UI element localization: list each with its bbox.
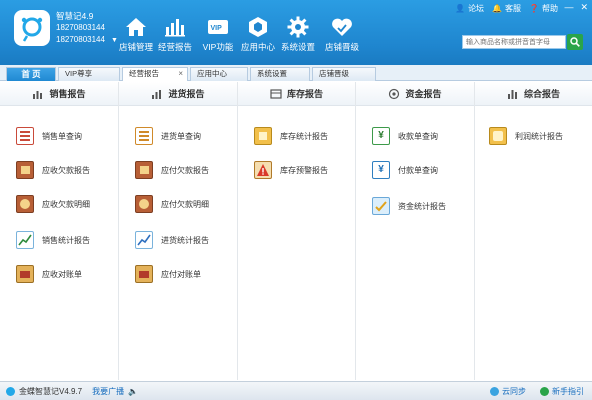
broadcast-link[interactable]: 我要广播	[92, 386, 124, 397]
report-link[interactable]: 应收对账单	[16, 264, 82, 284]
bell-icon: 🔔	[492, 4, 503, 13]
warning-icon	[254, 161, 272, 179]
tab-business-report[interactable]: 经营报告 ×	[122, 67, 188, 81]
nav-business-report[interactable]: 经营报告	[152, 16, 198, 56]
report-link[interactable]: 应付欠款报告	[135, 160, 209, 180]
app-header: 智慧记4.9 18270803144 18270803144 ▼ 店铺管理 经营报…	[0, 0, 592, 65]
report-link[interactable]: 应收欠款明细	[16, 194, 90, 214]
beginner-guide-button[interactable]: 新手指引	[540, 386, 584, 397]
version-label: 金蝶智慧记V4.9.7	[19, 387, 83, 396]
guide-icon	[540, 387, 549, 396]
help-link[interactable]: ❓ 帮助	[529, 3, 558, 14]
statement-icon	[135, 265, 153, 283]
app-status-icon	[6, 387, 15, 396]
help-icon: ❓	[529, 4, 539, 13]
payable-detail-icon	[135, 195, 153, 213]
sales-report-icon	[33, 90, 43, 99]
tab-app-center[interactable]: 应用中心	[190, 67, 248, 81]
report-link[interactable]: ¥ 收款单查询	[372, 126, 438, 146]
purchase-stats-icon	[135, 231, 153, 249]
report-link[interactable]: 销售统计报告	[16, 230, 90, 250]
column-summary: 综合报告 利润统计报告	[475, 82, 592, 380]
svg-text:VIP: VIP	[211, 25, 223, 32]
tab-vip[interactable]: VIP尊享	[58, 67, 120, 81]
bar-chart-icon	[152, 16, 198, 38]
column-header: 库存报告	[238, 82, 355, 106]
report-link[interactable]: 进货统计报告	[135, 230, 209, 250]
speaker-icon[interactable]: 🔈	[128, 387, 138, 396]
report-link[interactable]: 进货单查询	[135, 126, 201, 146]
sales-stats-icon	[16, 231, 34, 249]
tab-system-settings[interactable]: 系统设置	[250, 67, 310, 81]
report-link[interactable]: 销售单查询	[16, 126, 82, 146]
column-header: 资金报告	[356, 82, 474, 106]
cloud-sync-button[interactable]: 云同步	[490, 386, 526, 397]
report-link[interactable]: 库存统计报告	[254, 126, 328, 146]
fund-stats-icon	[372, 197, 390, 215]
statement-icon	[16, 265, 34, 283]
search-button[interactable]	[567, 34, 583, 50]
forum-link[interactable]: 👤 论坛	[455, 3, 484, 14]
status-bar: 金蝶智慧记V4.9.7 我要广播 🔈 云同步 新手指引	[0, 381, 592, 400]
app-name: 智慧记4.9	[56, 11, 94, 21]
payable-report-icon	[135, 161, 153, 179]
tab-bar: 首 页 VIP尊享 经营报告 × 应用中心 系统设置 店铺晋级	[0, 65, 592, 81]
column-sales: 销售报告 销售单查询 应收欠款报告 应收欠款明细 销售统计报告 应收对账单	[0, 82, 119, 380]
report-link[interactable]: 应付对账单	[135, 264, 201, 284]
app-logo	[14, 10, 50, 46]
nav-store-upgrade[interactable]: 店铺晋级	[319, 16, 365, 56]
receivable-detail-icon	[16, 195, 34, 213]
column-header: 综合报告	[475, 82, 592, 106]
report-panel: 销售报告 销售单查询 应收欠款报告 应收欠款明细 销售统计报告 应收对账单 进货…	[0, 82, 592, 380]
person-icon: 👤	[455, 4, 466, 13]
inventory-stats-icon	[254, 127, 272, 145]
report-link[interactable]: 应付欠款明细	[135, 194, 209, 214]
column-header: 销售报告	[0, 82, 118, 106]
heart-upgrade-icon	[319, 16, 365, 38]
column-header: 进货报告	[119, 82, 237, 106]
report-link[interactable]: 资金统计报告	[372, 196, 446, 216]
top-links: 👤 论坛 🔔 客服 ❓ 帮助	[455, 3, 558, 14]
inventory-report-icon	[270, 88, 282, 99]
search-input[interactable]	[462, 35, 566, 49]
report-link[interactable]: 利润统计报告	[489, 126, 563, 146]
tab-store-upgrade[interactable]: 店铺晋级	[312, 67, 376, 81]
minimize-icon[interactable]: —	[564, 2, 573, 13]
window-controls: — ✕	[564, 2, 588, 13]
app-info: 智慧记4.9 18270803144 18270803144 ▼	[56, 10, 118, 47]
column-fund: 资金报告 ¥ 收款单查询 ¥ 付款单查询 资金统计报告	[356, 82, 475, 380]
purchase-order-icon	[135, 127, 153, 145]
fund-report-icon	[389, 88, 400, 99]
receivable-report-icon	[16, 161, 34, 179]
column-inventory: 库存报告 库存统计报告 库存预警报告	[238, 82, 356, 380]
search-icon	[570, 37, 580, 47]
report-link[interactable]: 应收欠款报告	[16, 160, 90, 180]
receipt-icon: ¥	[372, 127, 390, 145]
report-link[interactable]: 库存预警报告	[254, 160, 328, 180]
gear-icon	[275, 16, 321, 38]
nav-system-settings[interactable]: 系统设置	[275, 16, 321, 56]
service-link[interactable]: 🔔 客服	[492, 3, 521, 14]
close-tab-icon[interactable]: ×	[178, 68, 183, 80]
account-switch[interactable]: 18270803144 ▼	[56, 34, 118, 47]
column-purchase: 进货报告 进货单查询 应付欠款报告 应付欠款明细 进货统计报告 应付对账单	[119, 82, 238, 380]
account-phone: 18270803144	[56, 23, 105, 32]
report-link[interactable]: ¥ 付款单查询	[372, 160, 438, 180]
tab-home[interactable]: 首 页	[6, 67, 56, 81]
close-icon[interactable]: ✕	[580, 2, 588, 13]
sales-order-icon	[16, 127, 34, 145]
purchase-report-icon	[152, 89, 162, 99]
payment-icon: ¥	[372, 161, 390, 179]
profit-stats-icon	[489, 127, 507, 145]
summary-report-icon	[507, 89, 517, 99]
sync-icon	[490, 387, 499, 396]
